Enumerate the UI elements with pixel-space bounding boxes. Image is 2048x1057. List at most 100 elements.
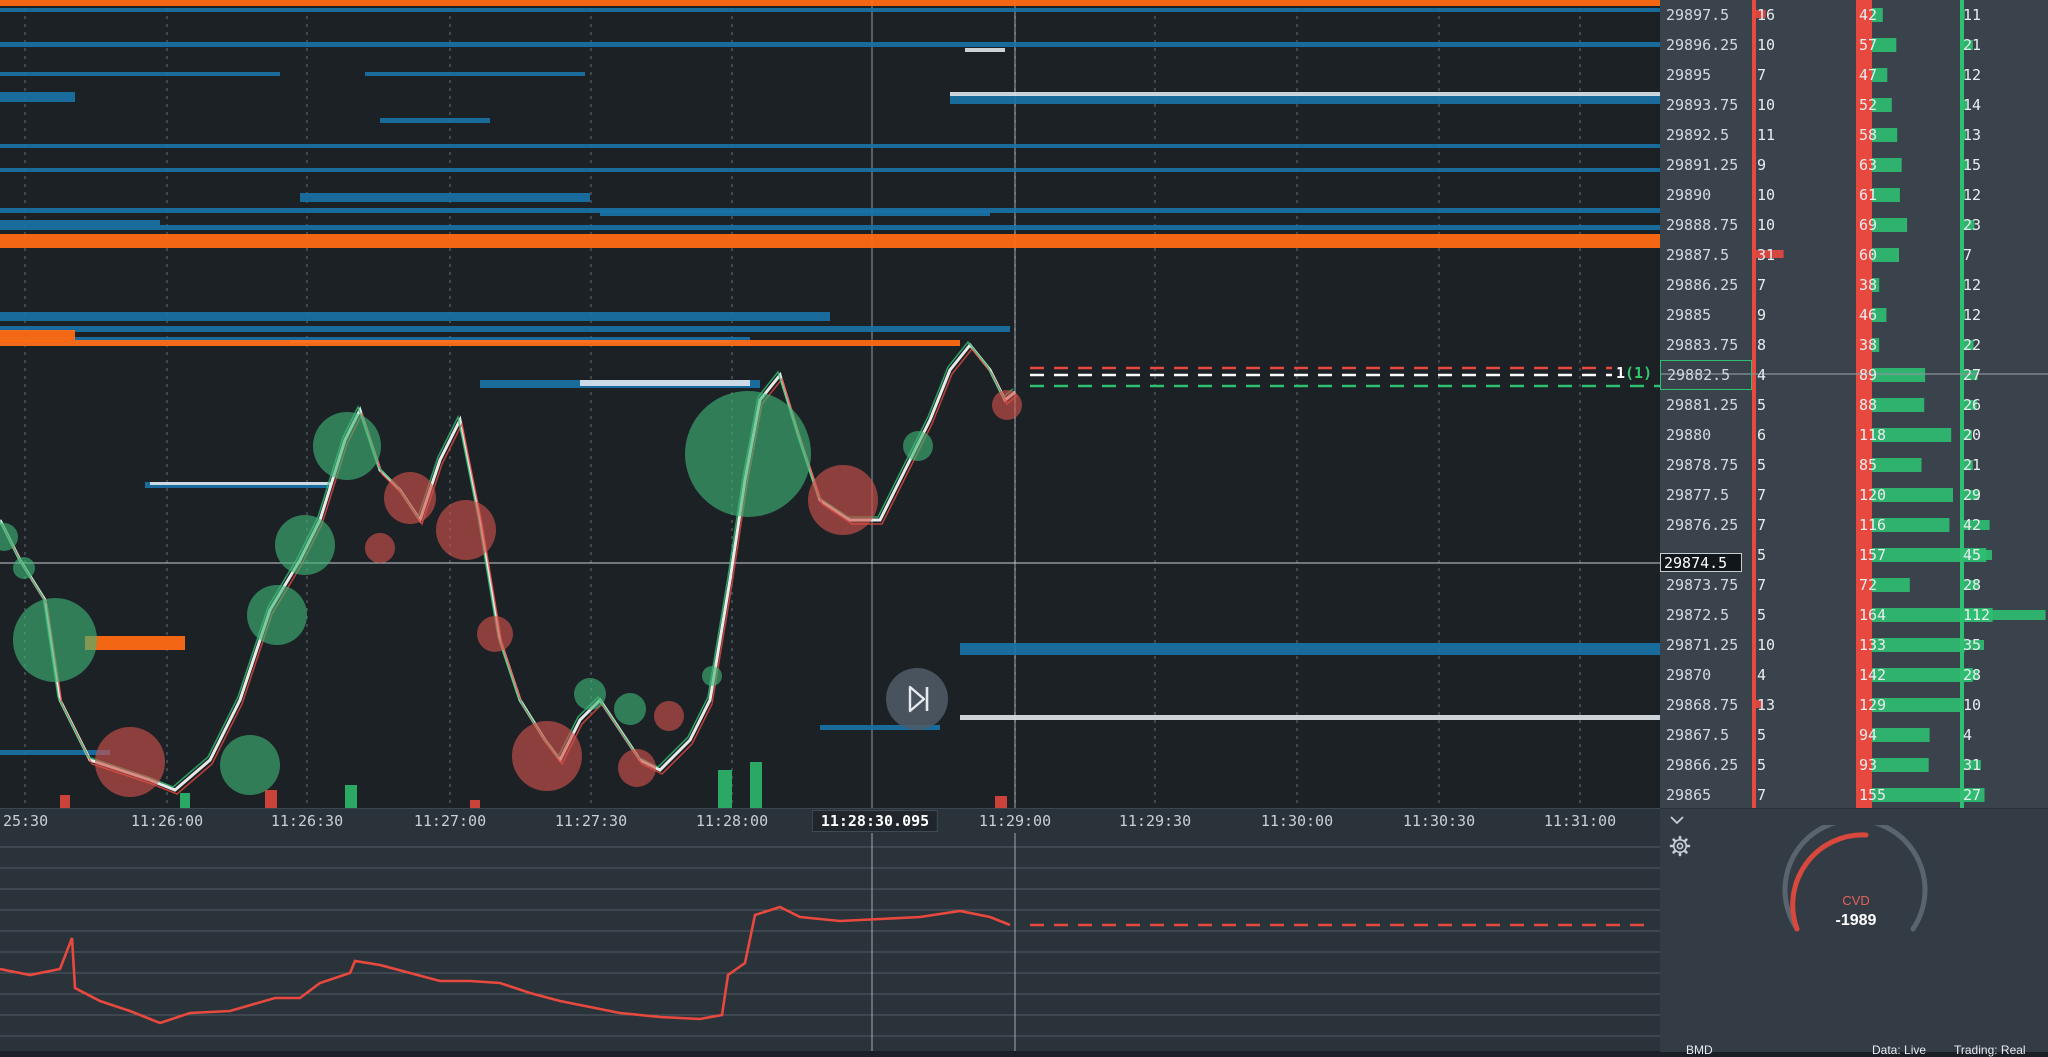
ladder-price[interactable]: 29891.25 xyxy=(1660,150,1752,180)
ladder-bid-volume[interactable]: 6 xyxy=(1757,420,1766,450)
ladder-ask-volume[interactable]: 88 xyxy=(1859,390,1877,420)
ladder-trades-volume[interactable]: 45 xyxy=(1963,540,1981,570)
ladder-ask-volume[interactable]: 63 xyxy=(1859,150,1877,180)
ladder-bid-volume[interactable]: 8 xyxy=(1757,330,1766,360)
heatmap-canvas[interactable] xyxy=(0,0,1660,808)
ladder-bid-volume[interactable]: 7 xyxy=(1757,780,1766,808)
ladder-price[interactable]: 29883.75 xyxy=(1660,330,1752,360)
heatmap-chart[interactable]: 1(1) xyxy=(0,0,1660,808)
ladder-trades-volume[interactable]: 22 xyxy=(1963,330,1981,360)
ladder-trades-volume[interactable]: 4 xyxy=(1963,720,1972,750)
ladder-row[interactable]: 29881.25 5 88 26 xyxy=(1660,390,2048,420)
ladder-trades-volume[interactable]: 28 xyxy=(1963,570,1981,600)
ladder-row[interactable]: 29883.75 8 38 22 xyxy=(1660,330,2048,360)
ladder-price[interactable]: 29885 xyxy=(1660,300,1752,330)
ladder-trades-volume[interactable]: 28 xyxy=(1963,660,1981,690)
ladder-ask-volume[interactable]: 93 xyxy=(1859,750,1877,780)
ladder-trades-volume[interactable]: 20 xyxy=(1963,420,1981,450)
ladder-bid-volume[interactable]: 7 xyxy=(1757,270,1766,300)
ladder-price[interactable]: 29871.25 xyxy=(1660,630,1752,660)
ladder-trades-volume[interactable]: 31 xyxy=(1963,750,1981,780)
ladder-ask-volume[interactable]: 164 xyxy=(1859,600,1886,630)
ladder-price[interactable]: 29868.75 xyxy=(1660,690,1752,720)
ladder-trades-volume[interactable]: 21 xyxy=(1963,450,1981,480)
ladder-bid-volume[interactable]: 5 xyxy=(1757,540,1766,570)
ladder-row[interactable]: 29870 4 142 28 xyxy=(1660,660,2048,690)
ladder-trades-volume[interactable]: 26 xyxy=(1963,390,1981,420)
ladder-bid-volume[interactable]: 7 xyxy=(1757,570,1766,600)
ladder-ask-volume[interactable]: 58 xyxy=(1859,120,1877,150)
ladder-row[interactable]: 29887.5 31 60 7 xyxy=(1660,240,2048,270)
ladder-row[interactable]: 29865 7 155 27 xyxy=(1660,780,2048,808)
ladder-price[interactable]: 29866.25 xyxy=(1660,750,1752,780)
ladder-bid-volume[interactable]: 10 xyxy=(1757,30,1775,60)
ladder-price[interactable]: 29887.5 xyxy=(1660,240,1752,270)
ladder-price[interactable]: 29870 xyxy=(1660,660,1752,690)
ladder-bid-volume[interactable]: 4 xyxy=(1757,660,1766,690)
time-axis[interactable]: 11:25:30 11:26:00 11:26:30 11:27:00 11:27:30… xyxy=(0,808,1660,833)
ladder-ask-volume[interactable]: 61 xyxy=(1859,180,1877,210)
ladder-bid-volume[interactable]: 5 xyxy=(1757,390,1766,420)
ladder-ask-volume[interactable]: 116 xyxy=(1859,510,1886,540)
ladder-row[interactable]: 29867.5 5 94 4 xyxy=(1660,720,2048,750)
ladder-row[interactable]: 29871.25 10 133 35 xyxy=(1660,630,2048,660)
ladder-row[interactable]: 29880 6 118 20 xyxy=(1660,420,2048,450)
ladder-trades-volume[interactable]: 112 xyxy=(1963,600,1990,630)
ladder-row[interactable]: 29890 10 61 12 xyxy=(1660,180,2048,210)
ladder-trades-volume[interactable]: 21 xyxy=(1963,30,1981,60)
ladder-bid-volume[interactable]: 10 xyxy=(1757,90,1775,120)
ladder-row[interactable]: 29866.25 5 93 31 xyxy=(1660,750,2048,780)
play-next-button[interactable] xyxy=(886,668,948,730)
ladder-trades-volume[interactable]: 12 xyxy=(1963,300,1981,330)
ladder-ask-volume[interactable]: 38 xyxy=(1859,330,1877,360)
ladder-row[interactable]: 29886.25 7 38 12 xyxy=(1660,270,2048,300)
ladder-ask-volume[interactable]: 38 xyxy=(1859,270,1877,300)
ladder-price[interactable]: 29896.25 xyxy=(1660,30,1752,60)
ladder-bid-volume[interactable]: 16 xyxy=(1757,0,1775,30)
ladder-price[interactable]: 29865 xyxy=(1660,780,1752,808)
ladder-price[interactable]: 29878.75 xyxy=(1660,450,1752,480)
ladder-price[interactable]: 29890 xyxy=(1660,180,1752,210)
ladder-ask-volume[interactable]: 57 xyxy=(1859,30,1877,60)
ladder-price[interactable]: 29893.75 xyxy=(1660,90,1752,120)
ladder-ask-volume[interactable]: 89 xyxy=(1859,360,1877,390)
ladder-bid-volume[interactable]: 9 xyxy=(1757,150,1766,180)
ladder-trades-volume[interactable]: 10 xyxy=(1963,690,1981,720)
ladder-ask-volume[interactable]: 155 xyxy=(1859,780,1886,808)
gear-icon[interactable] xyxy=(1669,835,1691,857)
ladder-row[interactable]: 29872.5 5 164 112 xyxy=(1660,600,2048,630)
ladder-bid-volume[interactable]: 10 xyxy=(1757,180,1775,210)
ladder-trades-volume[interactable]: 27 xyxy=(1963,360,1981,390)
ladder-ask-volume[interactable]: 120 xyxy=(1859,480,1886,510)
ladder-price[interactable]: 29897.5 xyxy=(1660,0,1752,30)
ladder-bid-volume[interactable]: 5 xyxy=(1757,600,1766,630)
ladder-ask-volume[interactable]: 133 xyxy=(1859,630,1886,660)
ladder-row[interactable]: 29885 9 46 12 xyxy=(1660,300,2048,330)
ladder-price[interactable]: 29880 xyxy=(1660,420,1752,450)
ladder-trades-volume[interactable]: 12 xyxy=(1963,180,1981,210)
ladder-row[interactable]: 29891.25 9 63 15 xyxy=(1660,150,2048,180)
ladder-ask-volume[interactable]: 129 xyxy=(1859,690,1886,720)
price-ladder[interactable]: 29897.5 16 42 11 29896.25 10 57 21 29895 7 47 12 298… xyxy=(1660,0,2048,808)
ladder-row[interactable]: 29882.5 4 89 27 xyxy=(1660,360,2048,390)
ladder-price[interactable]: 29886.25 xyxy=(1660,270,1752,300)
ladder-trades-volume[interactable]: 11 xyxy=(1963,0,1981,30)
ladder-trades-volume[interactable]: 23 xyxy=(1963,210,1981,240)
ladder-bid-volume[interactable]: 9 xyxy=(1757,300,1766,330)
ladder-price[interactable]: 29895 xyxy=(1660,60,1752,90)
ladder-ask-volume[interactable]: 47 xyxy=(1859,60,1877,90)
ladder-row[interactable]: 29895 7 47 12 xyxy=(1660,60,2048,90)
ladder-row[interactable]: 29888.75 10 69 23 xyxy=(1660,210,2048,240)
ladder-row[interactable]: 29897.5 16 42 11 xyxy=(1660,0,2048,30)
ladder-bid-volume[interactable]: 13 xyxy=(1757,690,1775,720)
ladder-bid-volume[interactable]: 10 xyxy=(1757,210,1775,240)
ladder-price[interactable]: 29881.25 xyxy=(1660,390,1752,420)
ladder-row[interactable]: 29873.75 7 72 28 xyxy=(1660,570,2048,600)
ladder-ask-volume[interactable]: 157 xyxy=(1859,540,1886,570)
ladder-ask-volume[interactable]: 118 xyxy=(1859,420,1886,450)
ladder-trades-volume[interactable]: 15 xyxy=(1963,150,1981,180)
ladder-bid-volume[interactable]: 7 xyxy=(1757,480,1766,510)
ladder-price[interactable]: 29876.25 xyxy=(1660,510,1752,540)
ladder-price[interactable]: 29872.5 xyxy=(1660,600,1752,630)
ladder-ask-volume[interactable]: 142 xyxy=(1859,660,1886,690)
